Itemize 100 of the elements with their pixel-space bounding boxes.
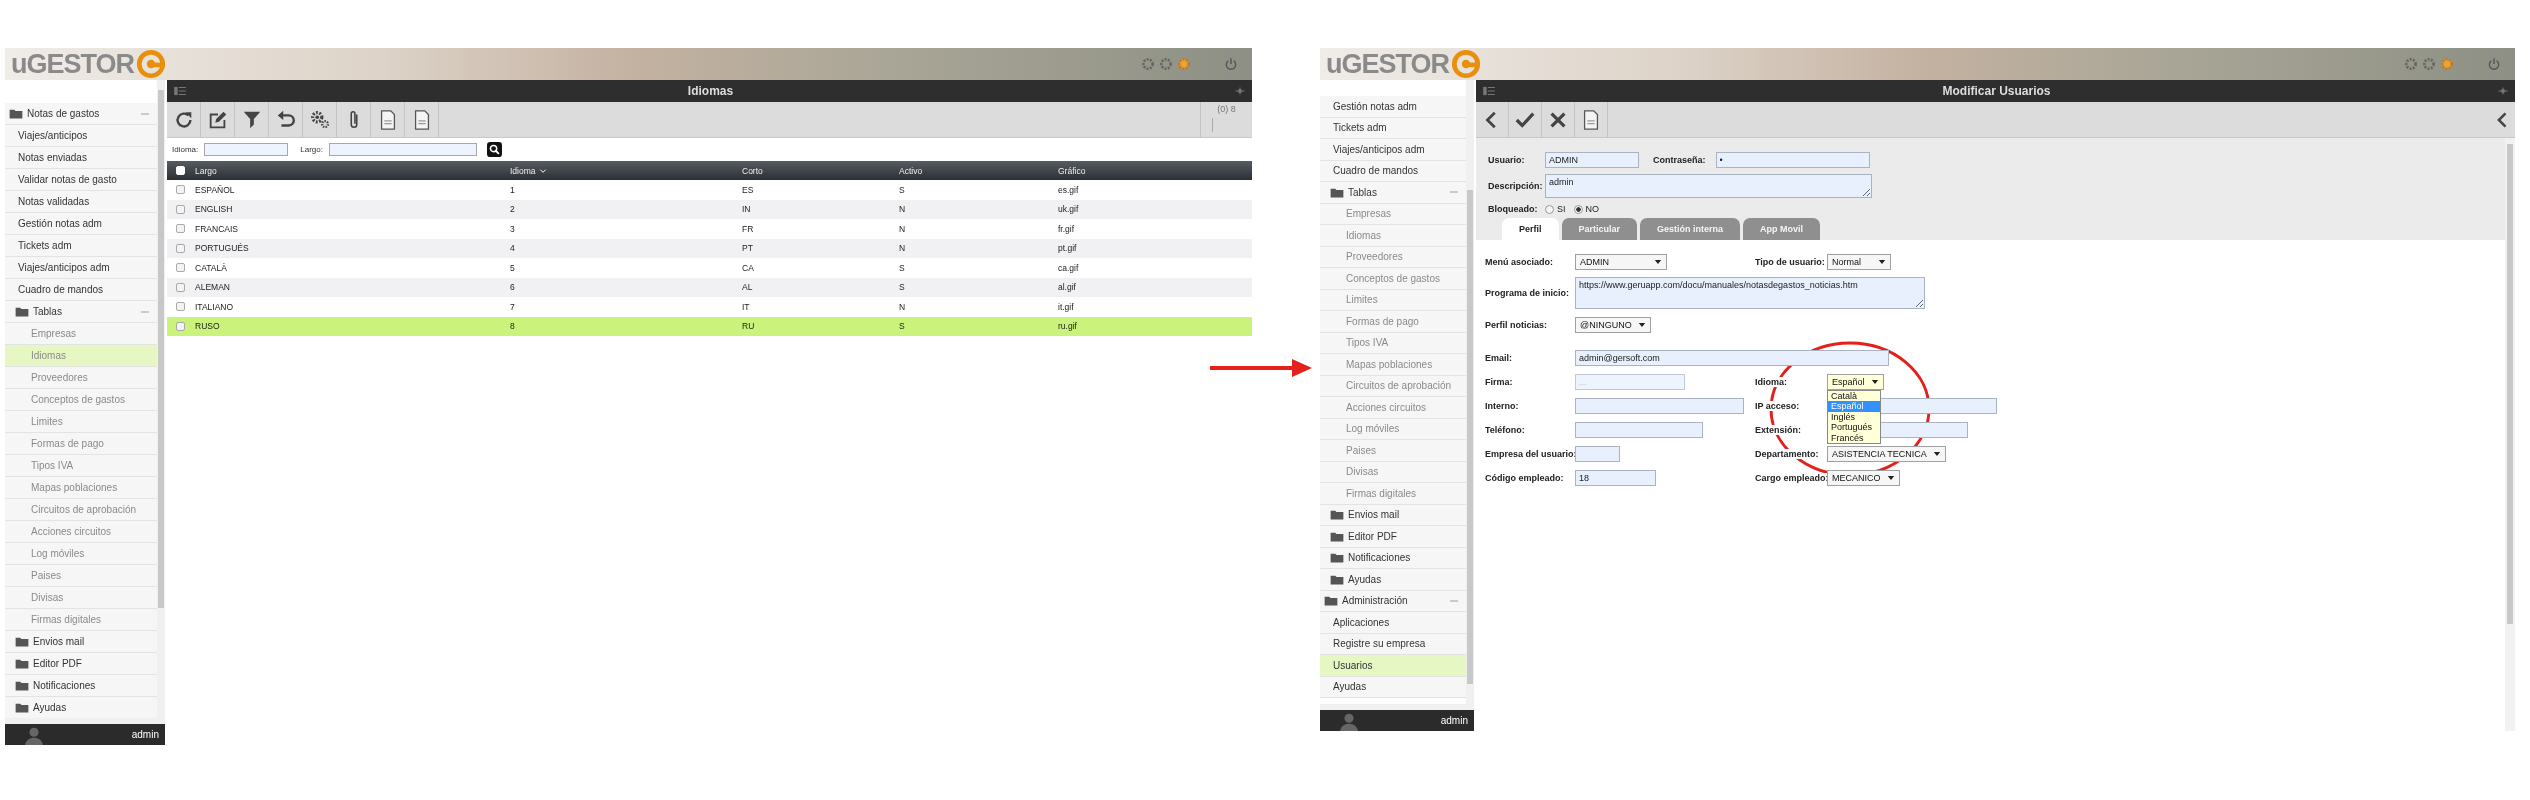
power-icon[interactable] [2487,57,2501,71]
checkbox[interactable] [176,204,185,214]
input-field[interactable]: ADMIN [1545,152,1639,168]
gear-icon [2421,56,2437,72]
menu-item[interactable]: Notificaciones [1320,547,1466,569]
menu-item[interactable]: Registre su empresa [1320,633,1466,655]
radio-label: NO [1585,204,1599,214]
dropdown[interactable]: ADMIN [1575,253,1667,270]
field-label: Menú asociado: [1485,256,1555,267]
menu-item[interactable]: Gestión notas adm [5,213,157,235]
dropdown-option[interactable]: Català [1828,390,1880,401]
dropdown[interactable]: Normal [1827,253,1891,270]
window-title: Modificar Usuarios [1942,84,2051,98]
menu-item[interactable]: Aplicaciones [1320,612,1466,634]
input-field[interactable] [1575,421,1703,438]
field-label: Teléfono: [1485,424,1527,435]
search-button[interactable] [486,142,502,157]
column-header[interactable]: Gráfico [1058,165,1252,176]
menu-item[interactable]: Ayudas [5,697,157,719]
menu-item[interactable]: Cuadro de mandos [1320,160,1466,182]
checkbox[interactable] [176,282,185,292]
column-header[interactable]: Corto [742,165,899,176]
table-cell-text: N [899,243,907,254]
table-cell-text: 7 [510,301,516,312]
input-field[interactable] [204,143,289,156]
menu-item[interactable]: Usuarios [1320,655,1466,677]
table-row[interactable]: RUSO 8 RU S ru.gif [167,316,1252,336]
crosshair-icon [1234,85,1246,97]
menu-item[interactable]: Viajes/anticipos adm [5,257,157,279]
menu-item[interactable]: Notificaciones [5,675,157,697]
menu-item[interactable]: Ayudas [1320,676,1466,698]
menu-item[interactable]: Tablas [5,301,157,323]
column-header[interactable]: Idioma [510,165,742,176]
menu-item[interactable]: Validar notas de gasto [5,169,157,191]
scrollbar[interactable] [1320,704,1474,710]
table-cell-text: IN [742,204,752,215]
sidebar-toggle-icon[interactable] [1482,84,1496,98]
folder-icon [1324,595,1338,607]
scrollbar[interactable] [2505,138,2515,731]
menu-item[interactable]: Envios mail [5,631,157,653]
input-field[interactable] [328,143,477,156]
checkbox[interactable] [176,243,185,253]
menu-item[interactable]: Cuadro de mandos [5,279,157,301]
input-field[interactable] [1575,445,1620,462]
menu-item[interactable]: Tablas [1320,182,1466,204]
menu-item[interactable]: Notas de gastos [5,103,157,125]
scrollbar[interactable] [5,718,165,724]
menu-item[interactable]: Gestión notas adm [1320,96,1466,118]
menu-item[interactable]: Administración [1320,590,1466,612]
input-field[interactable]: ... [1575,373,1685,390]
table-row[interactable]: PORTUGUÉS 4 PT N pt.gif [167,238,1252,258]
input-field[interactable]: admin@gersoft.com [1575,349,1889,366]
dropdown[interactable]: @NINGUNO [1575,316,1651,333]
table-cell-text: it.gif [1058,301,1075,312]
table-cell-text: CA [742,262,755,273]
table-cell-text: S [899,262,906,273]
checkbox[interactable] [176,224,185,234]
input-field[interactable] [1575,397,1744,414]
gear-icon [1140,56,1156,72]
tab[interactable]: Perfil [1502,218,1559,240]
dropdown[interactable]: MECANICO [1827,469,1900,486]
password-field[interactable]: • [1715,152,1870,168]
power-icon[interactable] [1224,57,1238,71]
table-row[interactable]: ENGLISH 2 IN N uk.gif [167,199,1252,219]
column-header[interactable]: Activo [899,165,1058,176]
menu-item[interactable]: Ayudas [1320,569,1466,591]
menu-item[interactable]: Viajes/anticipos adm [1320,139,1466,161]
folder-icon [15,680,29,691]
sidebar-toggle-icon[interactable] [173,84,187,98]
radio-button[interactable] [1545,204,1554,214]
dropdown-option[interactable]: Inglés [1828,411,1880,422]
menu-item[interactable]: Notas validadas [5,191,157,213]
checkbox[interactable] [176,185,185,195]
table-cell-text: S [899,321,906,332]
dropdown-option[interactable]: Francés [1828,432,1880,443]
menu-item[interactable]: Editor PDF [1320,526,1466,548]
scrollbar[interactable] [1466,80,1474,704]
checkbox[interactable] [176,321,185,331]
menu-item[interactable]: Viajes/anticipos [5,125,157,147]
column-header[interactable]: Largo [195,165,510,176]
checkbox[interactable] [176,263,185,273]
input-field[interactable]: 18 [1575,469,1656,486]
scrollbar[interactable] [157,80,165,718]
menu-item[interactable]: Envios mail [1320,504,1466,526]
dropdown[interactable]: Español [1827,373,1884,390]
text-area[interactable]: https://www.geruapp.com/docu/manuales/notasdegastos_noticias.htm [1575,277,1925,309]
menu-item[interactable]: Tickets adm [5,235,157,257]
menu-item[interactable]: Editor PDF [5,653,157,675]
checkbox[interactable] [176,302,185,312]
dropdown[interactable]: ASISTENCIA TECNICA [1827,445,1946,462]
text-area[interactable]: admin [1545,174,1872,198]
table-cell-text: ES [742,184,755,195]
logo-text: uGESTOR [1326,48,1450,80]
field-label: Idioma: [1755,376,1789,387]
table-cell-text: 3 [510,223,516,234]
dropdown-option[interactable]: Portugués [1828,422,1880,433]
menu-item[interactable]: Tickets adm [1320,117,1466,139]
menu-item[interactable]: Notas enviadas [5,147,157,169]
table-row[interactable]: ALEMAN 6 AL S al.gif [167,277,1252,297]
radio-button[interactable] [1573,204,1583,214]
